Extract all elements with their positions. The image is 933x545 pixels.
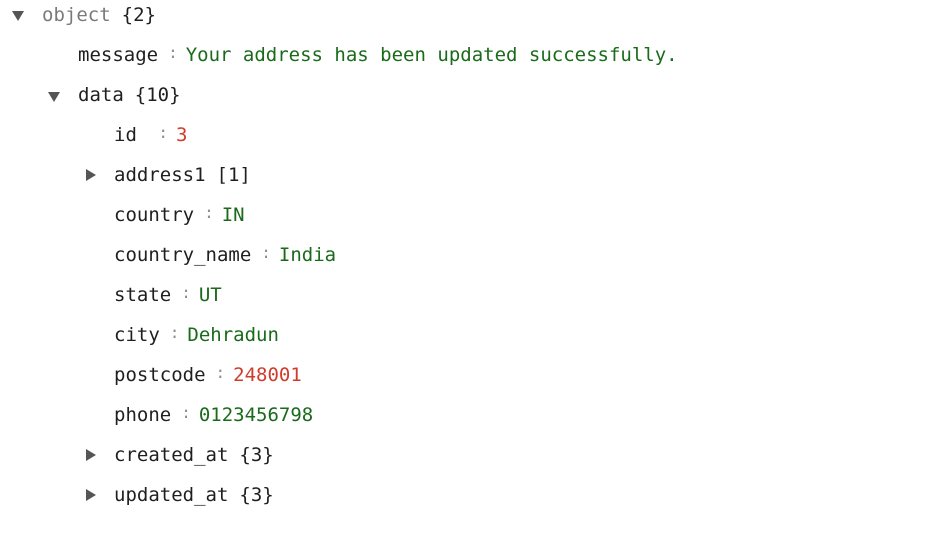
tree-node-root[interactable]: object {2} — [0, 0, 156, 35]
node-count: {10} — [134, 84, 181, 106]
node-key: object — [42, 4, 111, 26]
tree-node-address1[interactable]: address1 [1] — [0, 155, 251, 195]
key-value-separator: : — [181, 282, 191, 302]
key-value-separator: : — [169, 322, 180, 342]
tree-node-country-name: country_name : India — [114, 235, 336, 275]
node-count: {2} — [121, 4, 156, 26]
key-value-separator: : — [261, 242, 271, 262]
tree-node-city: city : Dehradun — [114, 315, 279, 355]
node-value-string: IN — [221, 204, 245, 226]
key-value-separator: : — [215, 362, 226, 382]
triangle-down-icon[interactable] — [47, 89, 61, 103]
key-value-separator: : — [204, 202, 214, 222]
node-key: message — [78, 44, 159, 66]
node-key: created_at — [114, 444, 229, 466]
key-value-separator: : — [168, 42, 178, 62]
triangle-right-icon[interactable] — [84, 448, 98, 462]
node-value-string: UT — [198, 284, 222, 306]
node-value-number: 248001 — [233, 364, 302, 386]
node-value-string: Dehradun — [187, 324, 279, 346]
node-count: {3} — [239, 484, 274, 506]
node-key: updated_at — [114, 484, 229, 506]
tree-node-updated-at[interactable]: updated_at {3} — [0, 475, 274, 515]
tree-node-data[interactable]: data {10} — [0, 75, 181, 115]
node-key: address1 — [114, 164, 206, 186]
node-value-string: India — [278, 244, 337, 266]
key-value-separator: : — [158, 122, 168, 142]
node-key: city — [114, 324, 160, 346]
node-key: data — [78, 84, 124, 106]
node-key: phone — [114, 404, 172, 426]
tree-node-country: country : IN — [114, 195, 245, 235]
node-key: id — [114, 124, 149, 146]
triangle-right-icon[interactable] — [84, 168, 98, 182]
node-value-string: Your address has been updated successful… — [185, 44, 678, 66]
tree-node-message: message : Your address has been updated … — [78, 35, 678, 75]
tree-node-id: id : 3 — [114, 115, 187, 155]
node-value-string: 0123456798 — [198, 404, 314, 426]
tree-node-postcode: postcode : 248001 — [114, 355, 302, 395]
node-key: postcode — [114, 364, 206, 386]
tree-node-state: state : UT — [114, 275, 222, 315]
node-key: country — [114, 204, 195, 226]
node-key: state — [114, 284, 172, 306]
node-count: {3} — [239, 444, 274, 466]
node-count: [1] — [216, 164, 251, 186]
node-value-number: 3 — [175, 124, 188, 146]
key-value-separator: : — [181, 402, 191, 422]
tree-node-created-at[interactable]: created_at {3} — [0, 435, 274, 475]
node-key: country_name — [114, 244, 252, 266]
triangle-down-icon[interactable] — [11, 8, 25, 22]
triangle-right-icon[interactable] — [84, 488, 98, 502]
tree-node-phone: phone : 0123456798 — [114, 395, 313, 435]
